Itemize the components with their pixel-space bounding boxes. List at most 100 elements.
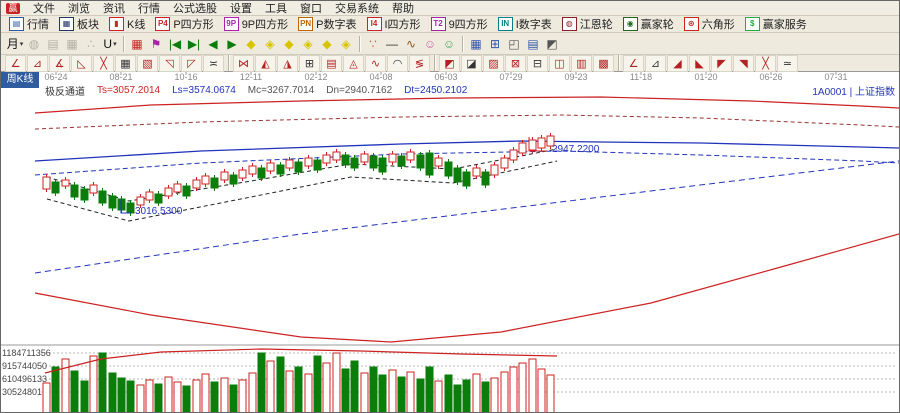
- draw-tool-button[interactable]: ◬: [343, 54, 364, 72]
- tool-button[interactable]: ▦: [63, 35, 81, 53]
- kline-period-tab[interactable]: 周K线: [1, 72, 39, 88]
- draw-tool-button[interactable]: ⊠: [505, 54, 526, 72]
- draw-tool-button[interactable]: ◫: [549, 54, 570, 72]
- draw-tool-button[interactable]: ⊟: [527, 54, 548, 72]
- tool-button[interactable]: ▤: [524, 35, 542, 53]
- candle: [416, 154, 425, 169]
- tool-button[interactable]: ▤: [44, 35, 62, 53]
- date-label: 06-24: [44, 72, 67, 82]
- tool-button[interactable]: 月 ▾: [6, 35, 24, 53]
- chart-area: 1184711356 915744050 610496133 305248017 06-…: [1, 72, 900, 413]
- tool-button[interactable]: ▶|: [185, 35, 203, 53]
- toolbar-view-button[interactable]: ▮ K线: [105, 15, 149, 33]
- chart-canvas[interactable]: 1184711356 915744050 610496133 305248017 06-…: [1, 72, 900, 413]
- menu-item[interactable]: 行情: [138, 1, 160, 16]
- toolbar-view-button[interactable]: T2 9四方形: [427, 15, 492, 33]
- draw-tool-button[interactable]: ⋈: [233, 54, 254, 72]
- draw-tool-button[interactable]: ╳: [93, 54, 114, 72]
- draw-tool-button[interactable]: ▤: [321, 54, 342, 72]
- toolbar-view-button[interactable]: ◉ 赢家轮: [619, 15, 678, 33]
- tool-button[interactable]: ◈: [337, 35, 355, 53]
- menu-item[interactable]: 资讯: [103, 1, 125, 16]
- tool-button[interactable]: ◈: [261, 35, 279, 53]
- volume-bar: [238, 379, 247, 412]
- toolbar-view-button[interactable]: PN P数字表: [294, 15, 360, 33]
- draw-tool-button[interactable]: ▧: [137, 54, 158, 72]
- draw-tool-button[interactable]: ◪: [461, 54, 482, 72]
- toolbar-view-button[interactable]: ▦ 板块: [55, 15, 103, 33]
- tool-button[interactable]: —: [383, 35, 401, 53]
- tool-button[interactable]: ⊞: [486, 35, 504, 53]
- tool-button[interactable]: ◩: [543, 35, 561, 53]
- draw-tool-button[interactable]: ▥: [571, 54, 592, 72]
- tool-button[interactable]: ☺: [421, 35, 439, 53]
- draw-tool-button[interactable]: ▩: [593, 54, 614, 72]
- draw-tool-button[interactable]: ∠: [623, 54, 644, 72]
- tool-button[interactable]: ◰: [505, 35, 523, 53]
- draw-tool-button[interactable]: ◹: [159, 54, 180, 72]
- tool-button[interactable]: ◈: [299, 35, 317, 53]
- tool-button[interactable]: ∿: [402, 35, 420, 53]
- menu-item[interactable]: 公式选股: [173, 1, 217, 16]
- draw-tool-button[interactable]: ◸: [181, 54, 202, 72]
- draw-tool-button[interactable]: ◠: [387, 54, 408, 72]
- draw-tool-button[interactable]: ╳: [755, 54, 776, 72]
- toolbar-view-label: P数字表: [316, 19, 357, 31]
- draw-tool-button[interactable]: ◩: [439, 54, 460, 72]
- draw-tool-button[interactable]: ◺: [71, 54, 92, 72]
- draw-tool-button[interactable]: ⊿: [645, 54, 666, 72]
- tool-button[interactable]: ◍: [25, 35, 43, 53]
- draw-tool-button[interactable]: ◥: [733, 54, 754, 72]
- draw-tool-button[interactable]: ◤: [711, 54, 732, 72]
- tool-button[interactable]: ▦: [467, 35, 485, 53]
- candle: [154, 193, 163, 204]
- tool-button[interactable]: ⚑: [147, 35, 165, 53]
- toolbar-view-button[interactable]: ⊛ 六角形: [680, 15, 739, 33]
- menu-item[interactable]: 工具: [265, 1, 287, 16]
- menu-item[interactable]: 窗口: [300, 1, 322, 16]
- indicator-field: Mc=3267.7014: [247, 85, 315, 96]
- volume-axis-label: 1184711356: [2, 348, 51, 358]
- draw-tool-button[interactable]: ▨: [483, 54, 504, 72]
- draw-tool-button[interactable]: ∿: [365, 54, 386, 72]
- draw-tool-button[interactable]: ⊿: [27, 54, 48, 72]
- tool-button[interactable]: ▦: [128, 35, 146, 53]
- tool-button[interactable]: U ▾: [101, 35, 119, 53]
- candle: [61, 179, 70, 187]
- menu-item[interactable]: 文件: [33, 1, 55, 16]
- menu-item[interactable]: 浏览: [68, 1, 90, 16]
- draw-tool-button[interactable]: ▦: [115, 54, 136, 72]
- tool-button[interactable]: ◆: [280, 35, 298, 53]
- tool-button[interactable]: ▶: [223, 35, 241, 53]
- toolbar-view-button[interactable]: $ 赢家服务: [741, 15, 811, 33]
- candle: [80, 188, 89, 201]
- tool-button[interactable]: ◀: [204, 35, 222, 53]
- tool-button[interactable]: ∵: [364, 35, 382, 53]
- tool-button[interactable]: ☺: [440, 35, 458, 53]
- toolbar-view-button[interactable]: ◍ 江恩轮: [558, 15, 617, 33]
- tool-button[interactable]: |◀: [166, 35, 184, 53]
- candle: [108, 195, 117, 209]
- volume-bar: [490, 377, 499, 412]
- tool-button[interactable]: ◆: [318, 35, 336, 53]
- draw-tool-button[interactable]: ◮: [277, 54, 298, 72]
- draw-tool-button[interactable]: ◢: [667, 54, 688, 72]
- draw-tool-button[interactable]: ◣: [689, 54, 710, 72]
- draw-tool-button[interactable]: ◭: [255, 54, 276, 72]
- draw-tool-button[interactable]: ⊞: [299, 54, 320, 72]
- toolbar-view-button[interactable]: ▤ 行情: [5, 15, 53, 33]
- toolbar-view-button[interactable]: 9P 9P四方形: [220, 15, 292, 33]
- draw-tool-button[interactable]: ∡: [49, 54, 70, 72]
- tool-button[interactable]: ∴: [82, 35, 100, 53]
- draw-tool-button[interactable]: ∠: [5, 54, 26, 72]
- tool-button[interactable]: ◆: [242, 35, 260, 53]
- menu-item[interactable]: 设置: [230, 1, 252, 16]
- draw-tool-button[interactable]: ≍: [203, 54, 224, 72]
- draw-tool-button[interactable]: ≃: [777, 54, 798, 72]
- draw-tool-button[interactable]: ≶: [409, 54, 430, 72]
- toolbar-view-button[interactable]: IN I数字表: [494, 15, 556, 33]
- toolbar-view-button[interactable]: P4 P四方形: [151, 15, 217, 33]
- menu-item[interactable]: 帮助: [392, 1, 414, 16]
- menu-item[interactable]: 交易系统: [335, 1, 379, 16]
- toolbar-view-button[interactable]: I4 I四方形: [363, 15, 425, 33]
